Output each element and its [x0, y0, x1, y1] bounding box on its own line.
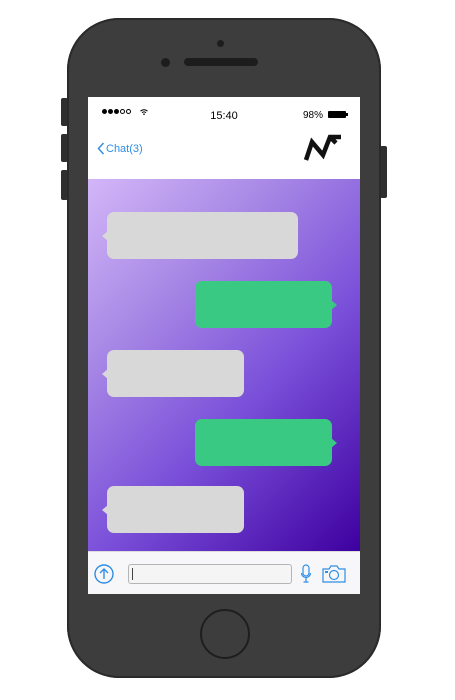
front-camera — [217, 40, 224, 47]
back-label: Chat(3) — [106, 142, 143, 155]
message-bubble-incoming[interactable] — [102, 350, 244, 397]
message-bubble-incoming[interactable] — [102, 486, 244, 533]
battery-percent: 98% — [302, 110, 323, 121]
power-button — [380, 146, 387, 198]
status-bar: 15:40 98% — [88, 97, 360, 127]
message-bubble-outgoing[interactable] — [195, 281, 337, 328]
back-button[interactable]: Chat(3) — [97, 142, 143, 155]
home-button[interactable] — [200, 609, 250, 659]
camera-icon[interactable] — [321, 564, 347, 584]
composer-bar — [88, 551, 360, 594]
brand-logo-icon — [303, 134, 341, 161]
battery-icon — [328, 111, 348, 118]
chat-area[interactable] — [88, 179, 360, 551]
phone-screen: 15:40 98% Chat(3) — [88, 97, 360, 594]
chevron-left-icon — [97, 142, 105, 155]
nav-bar: Chat(3) — [88, 127, 360, 179]
microphone-icon[interactable] — [300, 563, 312, 585]
message-bubble-outgoing[interactable] — [195, 419, 337, 466]
message-bubble-incoming[interactable] — [102, 212, 298, 259]
proximity-sensor — [161, 58, 170, 67]
message-input[interactable] — [128, 564, 292, 584]
text-caret — [132, 568, 133, 580]
arrow-up-circle-icon[interactable] — [94, 564, 114, 584]
earpiece-speaker — [184, 58, 258, 66]
